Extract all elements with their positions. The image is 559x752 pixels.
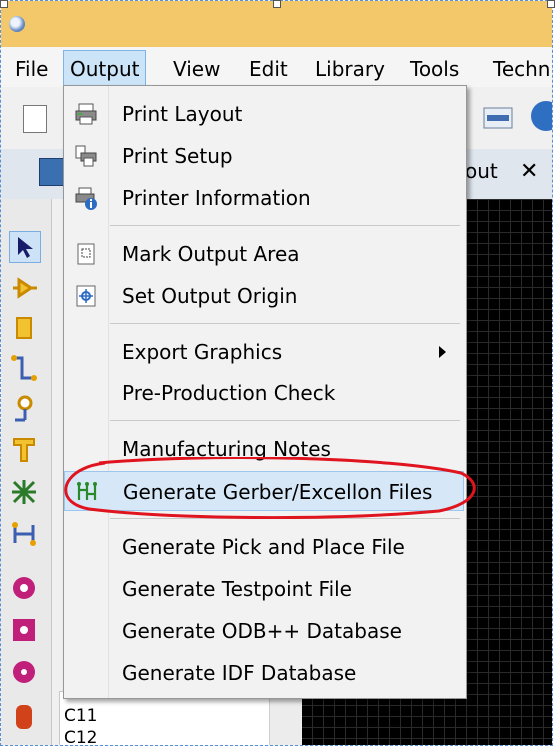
menu-item-label: Pre-Production Check: [122, 381, 336, 405]
tool-palette: [1, 199, 52, 745]
menu-separator: [110, 518, 460, 519]
menu-item-label: Generate Pick and Place File: [122, 535, 405, 559]
gerber-icon: [75, 480, 99, 504]
list-item[interactable]: C12: [64, 728, 98, 745]
menu-item-manufacturing-notes[interactable]: Manufacturing Notes: [64, 429, 464, 469]
component-icon[interactable]: [9, 273, 39, 303]
menu-item-print-setup[interactable]: Print Setup: [64, 136, 464, 176]
menu-library[interactable]: Library: [309, 47, 391, 87]
menu-separator: [110, 225, 460, 226]
menu-item-generate-gerber-excellon[interactable]: Generate Gerber/Excellon Files: [64, 471, 464, 511]
new-file-icon[interactable]: [23, 105, 47, 133]
menu-bar: File Output View Edit Library Tools Tech…: [1, 47, 552, 88]
pad-square-icon[interactable]: [9, 615, 39, 645]
chip-icon[interactable]: [9, 313, 39, 343]
menu-item-label: Generate Testpoint File: [122, 577, 352, 601]
via-icon[interactable]: [9, 393, 39, 423]
selection-handle: [0, 0, 8, 8]
menu-item-label: Export Graphics: [122, 340, 283, 364]
jumper-icon[interactable]: [9, 477, 39, 507]
menu-item-label: Set Output Origin: [122, 284, 298, 308]
select-icon[interactable]: [9, 231, 41, 263]
menu-item-label: Print Layout: [122, 102, 243, 126]
menu-file[interactable]: File: [9, 47, 54, 87]
print-setup-icon: [74, 144, 98, 168]
menu-item-label: Generate Gerber/Excellon Files: [123, 480, 433, 504]
menu-view[interactable]: View: [167, 47, 226, 87]
list-scrollbar[interactable]: [269, 691, 302, 745]
pad-round-icon[interactable]: [9, 573, 39, 603]
selection-handle: [547, 0, 555, 8]
menu-item-label: Generate IDF Database: [122, 661, 357, 685]
menu-tools[interactable]: Tools: [404, 47, 465, 87]
menu-separator: [110, 323, 460, 324]
menu-item-pre-production-check[interactable]: Pre-Production Check: [64, 373, 464, 413]
menu-output[interactable]: Output: [63, 50, 147, 86]
menu-item-label: Generate ODB++ Database: [122, 619, 402, 643]
menu-item-label: Manufacturing Notes: [122, 437, 331, 461]
menu-item-label: Printer Information: [122, 186, 311, 210]
menu-item-generate-idf[interactable]: Generate IDF Database: [64, 653, 464, 693]
menu-separator: [110, 420, 460, 421]
menu-item-export-graphics[interactable]: Export Graphics: [64, 332, 464, 372]
menu-item-generate-testpoint[interactable]: Generate Testpoint File: [64, 569, 464, 609]
menu-technology[interactable]: Techn: [487, 47, 552, 87]
menu-item-mark-output-area[interactable]: Mark Output Area: [64, 234, 464, 274]
mark-area-icon: [74, 242, 98, 266]
selection-handle: [273, 0, 281, 8]
display-icon[interactable]: [483, 107, 513, 129]
menu-edit[interactable]: Edit: [243, 47, 294, 87]
component-list: C11 C12: [59, 691, 271, 745]
teardrop-icon[interactable]: [9, 435, 39, 465]
printer-info-icon: [74, 186, 98, 210]
menu-item-print-layout[interactable]: Print Layout: [64, 94, 464, 134]
pad-dil-icon[interactable]: [9, 657, 39, 687]
menu-item-generate-odb[interactable]: Generate ODB++ Database: [64, 611, 464, 651]
application-window: File Output View Edit Library Tools Tech…: [0, 0, 553, 746]
smt-pad-icon[interactable]: [9, 701, 39, 731]
menu-item-label: Print Setup: [122, 144, 233, 168]
menu-item-label: Mark Output Area: [122, 242, 300, 266]
app-icon: [9, 16, 25, 32]
menu-item-set-output-origin[interactable]: Set Output Origin: [64, 276, 464, 316]
list-item[interactable]: C11: [64, 706, 98, 726]
output-menu: Print Layout Print Setup Printer Informa…: [63, 85, 467, 699]
tab-layout-label[interactable]: out: [465, 159, 498, 183]
menu-item-generate-pick-and-place[interactable]: Generate Pick and Place File: [64, 527, 464, 567]
tab-close-icon[interactable]: ✕: [520, 159, 538, 184]
test-point-icon[interactable]: [9, 519, 39, 549]
printer-icon: [74, 102, 98, 126]
menu-item-printer-information[interactable]: Printer Information: [64, 178, 464, 218]
route-icon[interactable]: [9, 353, 39, 383]
help-icon[interactable]: [531, 101, 552, 131]
origin-icon: [74, 284, 98, 308]
submenu-arrow-icon: [439, 346, 446, 358]
